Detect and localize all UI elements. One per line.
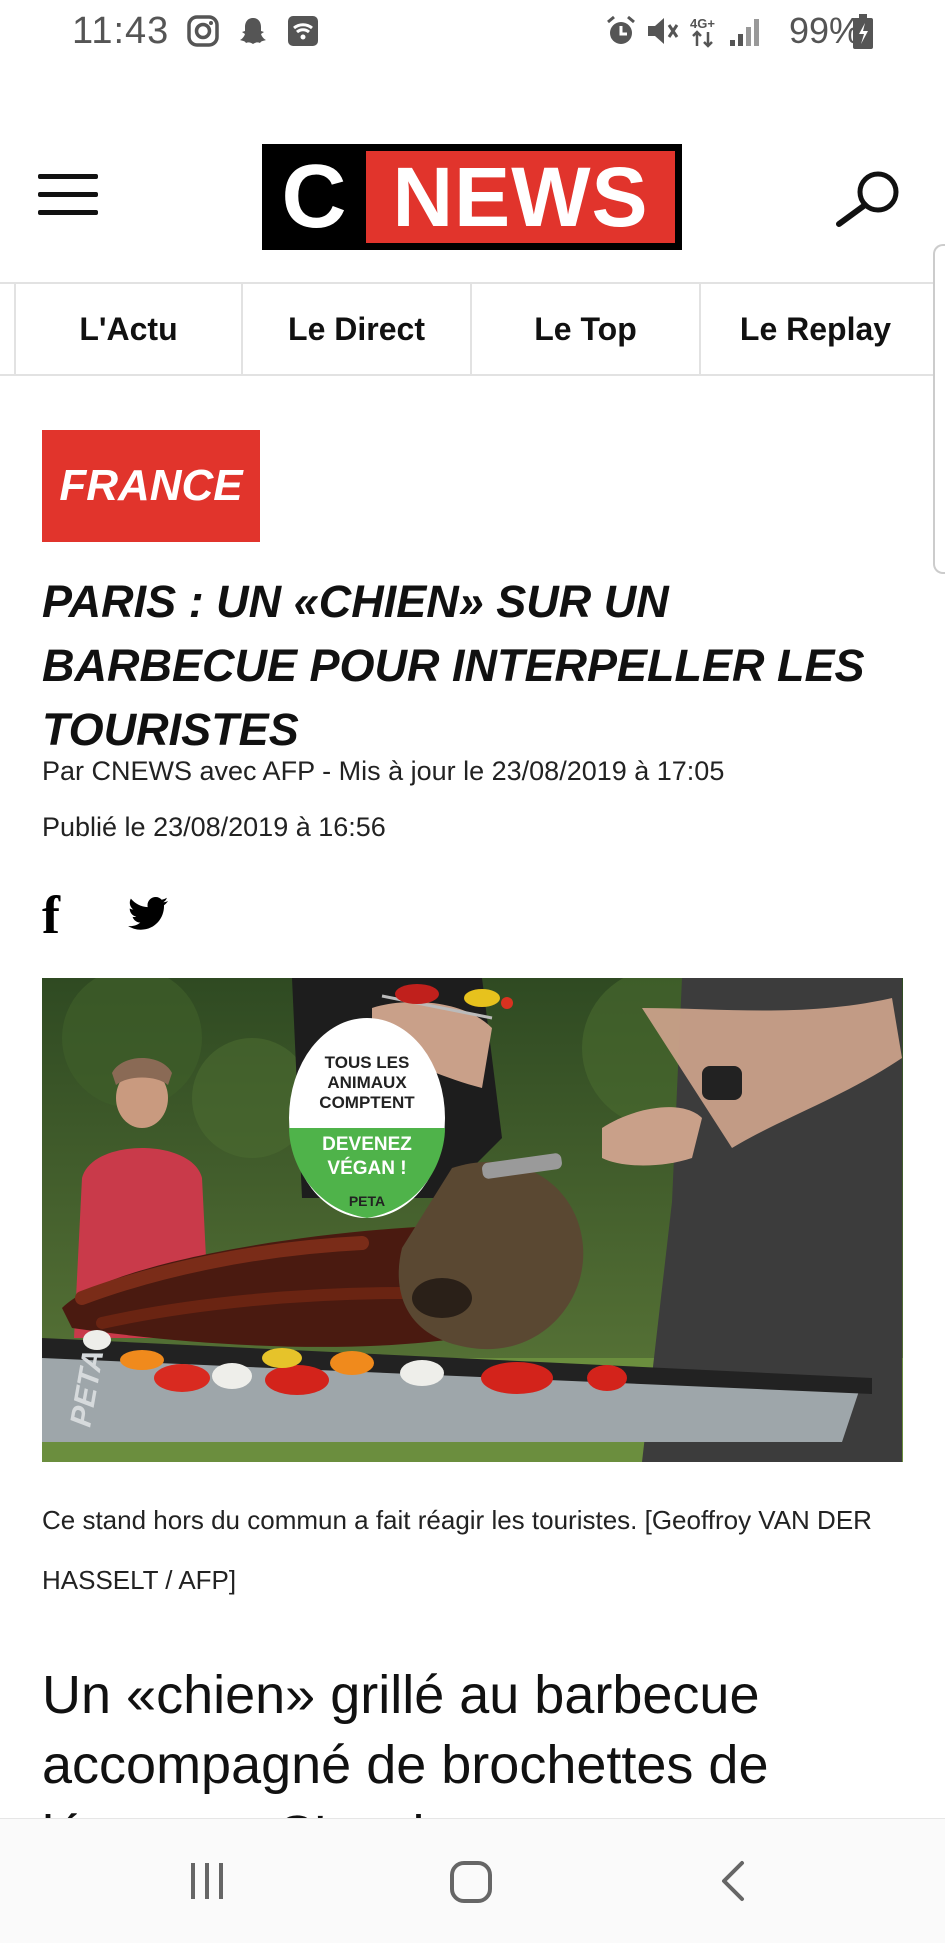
- instagram-icon: [187, 15, 219, 47]
- article-photo[interactable]: TOUS LES ANIMAUX COMPTENT DEVENEZ VÉGAN …: [42, 978, 903, 1462]
- tab-le-top[interactable]: Le Top: [472, 284, 701, 374]
- 4g-icon: 4G+: [690, 16, 715, 48]
- category-badge[interactable]: FRANCE: [42, 430, 260, 542]
- article-byline: Par CNEWS avec AFP - Mis à jour le 23/08…: [42, 756, 725, 786]
- mute-icon: [648, 18, 679, 44]
- android-nav-bar: [0, 1818, 945, 1943]
- edge-panel-handle[interactable]: [933, 244, 945, 574]
- sign-line-2: ANIMAUX: [327, 1073, 407, 1092]
- sign-line-1: TOUS LES: [325, 1053, 410, 1072]
- sign-green-line-1: DEVENEZ: [322, 1134, 412, 1155]
- search-icon[interactable]: [833, 168, 903, 228]
- twitter-icon[interactable]: [126, 895, 170, 935]
- battery-icon: [853, 14, 873, 49]
- status-time: 11:43: [72, 10, 170, 52]
- sign-green-line-2: VÉGAN !: [327, 1157, 406, 1179]
- tab-le-direct[interactable]: Le Direct: [243, 284, 472, 374]
- sign-brand: PETA: [349, 1193, 385, 1209]
- protest-sign: TOUS LES ANIMAUX COMPTENT DEVENEZ VÉGAN …: [289, 1018, 445, 1218]
- photo-illustration: TOUS LES ANIMAUX COMPTENT DEVENEZ VÉGAN …: [42, 978, 903, 1462]
- article-headline: PARIS : UN «CHIEN» SUR UN BARBECUE POUR …: [42, 576, 865, 755]
- section-tabs: L'Actu Le Direct Le Top Le Replay: [0, 282, 945, 376]
- cnews-logo[interactable]: C NEWS: [262, 144, 682, 250]
- snapchat-icon: [240, 18, 266, 44]
- wifi-icon: [288, 16, 318, 46]
- photo-caption: Ce stand hors du commun a fait réagir le…: [42, 1505, 872, 1595]
- back-icon[interactable]: [716, 1859, 752, 1903]
- share-buttons: f: [42, 885, 170, 945]
- battery-percent: 99%: [788, 10, 861, 51]
- article-published-date: Publié le 23/08/2019 à 16:56: [42, 812, 386, 842]
- site-header: C NEWS: [0, 110, 945, 280]
- sign-line-3: COMPTENT: [319, 1093, 415, 1112]
- logo-c: C: [281, 146, 347, 247]
- home-icon[interactable]: [448, 1859, 494, 1905]
- tab-le-replay[interactable]: Le Replay: [701, 284, 930, 374]
- alarm-icon: [607, 15, 635, 44]
- tab-lactu[interactable]: L'Actu: [14, 284, 243, 374]
- facebook-icon[interactable]: f: [42, 884, 66, 946]
- signal-icon: [730, 19, 759, 46]
- hamburger-menu-icon[interactable]: [38, 174, 98, 216]
- logo-news: NEWS: [366, 150, 675, 244]
- recent-apps-icon[interactable]: [185, 1859, 229, 1903]
- svg-text:4G+: 4G+: [690, 16, 715, 31]
- status-bar: 11:43 4G+ 99%: [0, 0, 945, 64]
